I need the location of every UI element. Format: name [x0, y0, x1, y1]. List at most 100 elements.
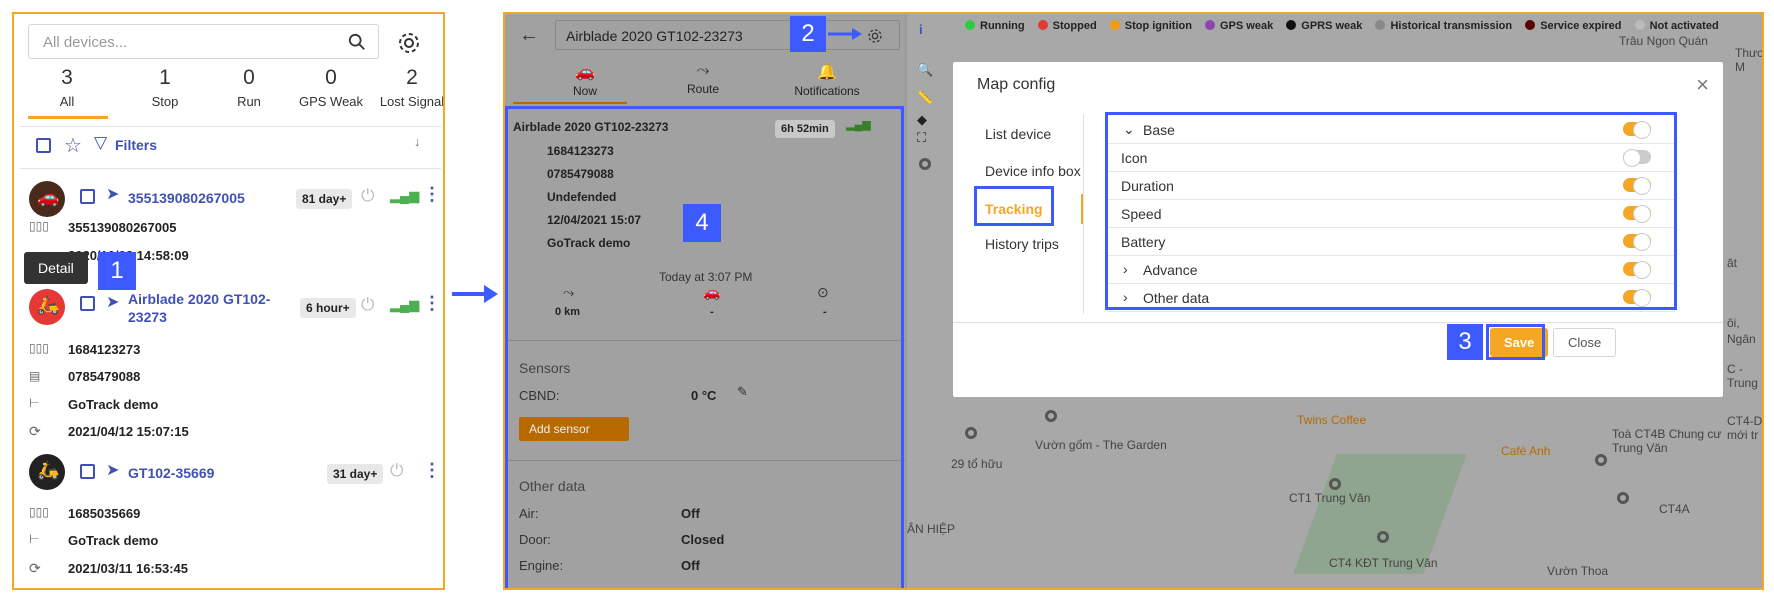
device-imei: 355139080267005: [68, 220, 177, 235]
step-1-marker: 1: [98, 252, 136, 290]
map-pin-icon[interactable]: [919, 158, 931, 170]
avatar: 🚗: [29, 181, 65, 217]
locate-icon[interactable]: ➤: [106, 184, 119, 204]
device-name-cont[interactable]: 23273: [128, 309, 167, 325]
detail-tooltip: Detail: [24, 252, 88, 284]
close-label: Close: [1568, 335, 1602, 350]
locate-icon[interactable]: ➤: [106, 460, 119, 480]
tab-notifications[interactable]: 🔔 Notifications: [767, 62, 887, 98]
stat-count: 3: [61, 66, 73, 89]
legend-label: Not activated: [1649, 20, 1719, 32]
device-checkbox[interactable]: [80, 189, 95, 204]
map-place: ôi,: [1727, 316, 1740, 330]
search-input[interactable]: All devices...: [28, 24, 379, 59]
device-imei: 1685035669: [68, 506, 141, 521]
map-pin-icon[interactable]: [965, 427, 977, 439]
map-place: Vườn Thoa: [1547, 564, 1609, 578]
stat-count: 0: [243, 66, 255, 89]
stopped-dot-icon: [1037, 20, 1048, 30]
device-group: GoTrack demo: [68, 397, 159, 412]
menu-history-trips[interactable]: History trips: [985, 236, 1059, 252]
gear-icon[interactable]: [867, 28, 883, 44]
search-icon[interactable]: [348, 33, 366, 51]
power-icon: ⏻: [361, 186, 375, 205]
barcode-icon: ▯▯▯: [29, 505, 49, 519]
legend-label: Service expired: [1540, 20, 1622, 32]
stat-count: 0: [325, 66, 337, 89]
device-name[interactable]: Airblade 2020 GT102-: [128, 291, 270, 307]
map-pin-icon[interactable]: [1329, 478, 1341, 490]
tab-label: Route: [686, 82, 720, 96]
not-activated-dot-icon: [1634, 20, 1645, 30]
filter-icon[interactable]: ▽: [94, 133, 107, 153]
stat-all[interactable]: 3 All: [22, 66, 112, 109]
power-icon: ⏻: [361, 295, 375, 314]
legend-label: Running: [980, 20, 1025, 32]
legend-label: Stopped: [1052, 20, 1097, 32]
map-pin-icon[interactable]: [1617, 492, 1629, 504]
map-pin-icon[interactable]: [1595, 454, 1607, 466]
status-badge: 31 day+: [327, 464, 384, 484]
highlight-box: [974, 186, 1054, 226]
refresh-icon: ⟳: [29, 423, 41, 439]
ruler-icon[interactable]: 📏: [917, 90, 933, 106]
status-badge: 81 day+: [296, 189, 353, 209]
more-icon[interactable]: ⋮: [423, 184, 441, 205]
device-checkbox[interactable]: [80, 296, 95, 311]
stat-gps-weak[interactable]: 0 GPS Weak: [286, 66, 376, 109]
search-placeholder: All devices...: [43, 34, 128, 51]
tab-route[interactable]: ⤳ Route: [653, 62, 753, 96]
active-tab-indicator: [28, 116, 108, 119]
tab-label: Now: [572, 84, 597, 98]
device-checkbox[interactable]: [80, 464, 95, 479]
layers-icon[interactable]: ◆: [917, 112, 927, 128]
divider: [1083, 114, 1084, 314]
map-place: Thương M: [1735, 46, 1762, 74]
filters-button[interactable]: Filters: [115, 137, 157, 153]
group-icon: ⊢: [29, 396, 40, 410]
map-place: Café Anh: [1501, 444, 1551, 458]
dialog-title: Map config: [977, 76, 1056, 93]
device-detail-sidebar: ← Airblade 2020 GT102-23273 🚗 Now ⤳ Route …: [505, 14, 905, 588]
stat-stop[interactable]: 1 Stop: [120, 66, 210, 109]
close-icon[interactable]: ×: [1696, 72, 1709, 98]
star-icon[interactable]: ☆: [64, 133, 82, 158]
map-pin-icon[interactable]: [1377, 531, 1389, 543]
back-arrow-icon[interactable]: ←: [519, 24, 539, 47]
scooter-icon: 🛵: [37, 295, 60, 315]
device-list-panel: All devices... 3 All 1 Stop 0 Run 0 GPS Weak…: [12, 12, 445, 590]
more-icon[interactable]: ⋮: [423, 460, 441, 481]
scooter-icon: 🛵: [37, 460, 60, 480]
highlight-box: [505, 106, 904, 588]
zoom-icon[interactable]: 🔍: [917, 62, 933, 78]
fullscreen-icon[interactable]: ⛶: [917, 130, 926, 146]
device-name[interactable]: GT102-35669: [128, 465, 214, 481]
tab-now[interactable]: 🚗 Now: [535, 62, 635, 98]
route-icon: ⤳: [696, 62, 710, 79]
sort-icon[interactable]: ↓: [414, 134, 421, 149]
select-all-checkbox[interactable]: [36, 138, 51, 153]
avatar[interactable]: 🛵: [29, 289, 65, 325]
close-button[interactable]: Close: [1553, 328, 1617, 357]
map-config-dialog: Map config × List device Device info box…: [953, 62, 1723, 397]
device-time: 2021/04/12 15:07:15: [68, 424, 189, 439]
info-icon[interactable]: i: [919, 22, 923, 37]
stat-lost-signal[interactable]: 2 Lost Signal: [367, 66, 443, 109]
step-number: 1: [110, 257, 124, 284]
more-icon[interactable]: ⋮: [423, 293, 441, 314]
map-place: Vườn gốm - The Garden: [1035, 438, 1167, 452]
device-sim: 0785479088: [68, 369, 141, 384]
device-time: 2021/03/11 16:53:45: [68, 561, 188, 576]
map-place: CT1 Trung Văn: [1289, 491, 1371, 505]
gear-icon[interactable]: [397, 31, 421, 55]
device-name[interactable]: 355139080267005: [128, 190, 245, 206]
map-place: Twins Coffee: [1297, 413, 1367, 427]
car-icon: 🚗: [575, 64, 595, 81]
locate-icon[interactable]: ➤: [106, 292, 119, 312]
map-place: Toà CT4B Chung cư Trung Văn: [1612, 427, 1722, 455]
stat-run[interactable]: 0 Run: [204, 66, 294, 109]
menu-device-info-box[interactable]: Device info box: [985, 163, 1081, 179]
map-pin-icon[interactable]: [1045, 410, 1057, 422]
stat-count: 1: [159, 66, 171, 89]
menu-list-device[interactable]: List device: [985, 126, 1051, 142]
